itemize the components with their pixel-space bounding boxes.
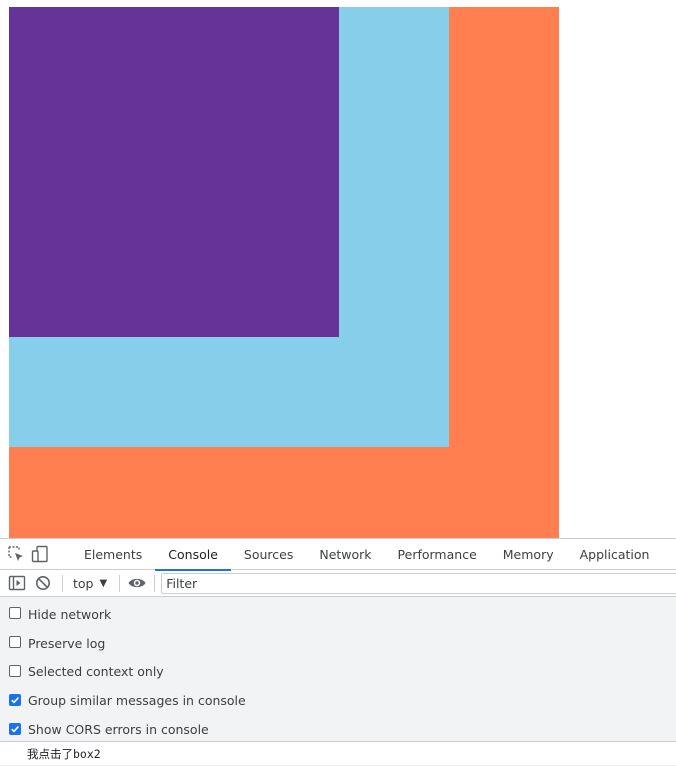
filter-input[interactable]	[161, 572, 676, 594]
inspect-element-icon[interactable]	[7, 543, 25, 565]
page-viewport	[0, 0, 676, 538]
tab-network[interactable]: Network	[306, 539, 384, 570]
devtools-panel: Elements Console Sources Network Perform…	[0, 538, 676, 773]
tab-sources[interactable]: Sources	[231, 539, 306, 570]
setting-group-similar[interactable]: Group similar messages in console	[0, 687, 676, 716]
setting-label: Hide network	[28, 606, 112, 622]
tab-security[interactable]: Sec	[662, 539, 676, 570]
checkmark-icon	[11, 696, 19, 704]
checkbox[interactable]	[9, 607, 21, 620]
sidebar-toggle-icon[interactable]	[6, 572, 28, 594]
console-output: 我点击了box2 ›	[0, 742, 676, 773]
checkbox[interactable]	[9, 693, 21, 706]
setting-label: Group similar messages in console	[28, 693, 246, 709]
checkmark-icon	[11, 725, 19, 733]
console-message-text: 我点击了box2	[27, 746, 101, 761]
tab-performance[interactable]: Performance	[385, 539, 490, 570]
device-toolbar-icon[interactable]	[31, 543, 49, 565]
console-message: 我点击了box2	[0, 742, 676, 766]
setting-selected-context-only[interactable]: Selected context only	[0, 659, 676, 688]
devtools-tabs: Elements Console Sources Network Perform…	[71, 539, 676, 571]
box3[interactable]	[9, 7, 339, 337]
live-expression-icon[interactable]	[126, 572, 148, 594]
clear-console-icon[interactable]	[32, 572, 54, 594]
devtools-tabbar: Elements Console Sources Network Perform…	[0, 539, 676, 571]
setting-hide-network[interactable]: Hide network	[0, 601, 676, 630]
toolbar-divider	[154, 574, 156, 592]
checkbox[interactable]	[9, 636, 21, 649]
context-selector[interactable]: top ▼	[69, 576, 111, 591]
tab-application[interactable]: Application	[567, 539, 663, 570]
console-toolbar: top ▼	[0, 570, 676, 597]
setting-label: Preserve log	[28, 635, 106, 651]
setting-show-cors-errors[interactable]: Show CORS errors in console	[0, 716, 676, 745]
context-selector-label: top	[73, 575, 94, 591]
caret-down-icon: ▼	[99, 577, 108, 589]
tab-memory[interactable]: Memory	[490, 539, 567, 570]
tab-elements[interactable]: Elements	[71, 539, 155, 570]
setting-label: Show CORS errors in console	[28, 722, 209, 738]
checkbox[interactable]	[9, 722, 21, 735]
toolbar-divider	[62, 574, 63, 592]
console-prompt[interactable]: ›	[0, 766, 676, 773]
tab-console[interactable]: Console	[155, 539, 231, 571]
checkbox[interactable]	[9, 664, 21, 677]
setting-preserve-log[interactable]: Preserve log	[0, 630, 676, 659]
console-settings: Hide network Preserve log Selected conte…	[0, 597, 676, 742]
toolbar-divider	[119, 574, 121, 592]
setting-label: Selected context only	[28, 664, 164, 680]
